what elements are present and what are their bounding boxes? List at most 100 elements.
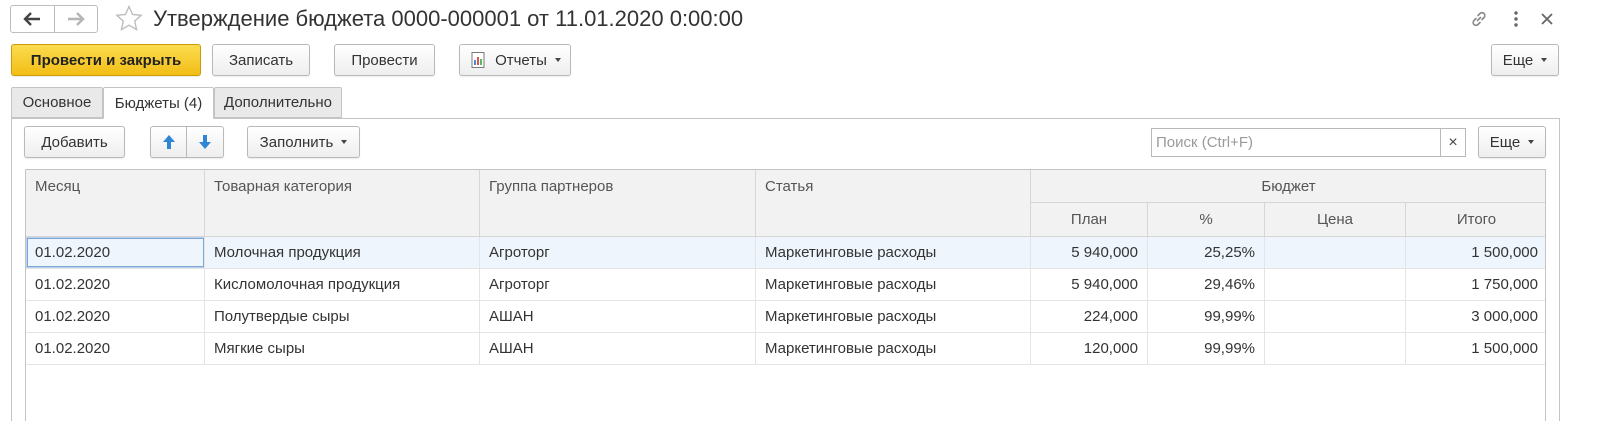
cell-article[interactable]: Маркетинговые расходы xyxy=(756,237,1031,268)
header-month-label: Месяц xyxy=(35,178,81,195)
table-row[interactable]: 01.02.2020 Мягкие сыры АШАН Маркетинговы… xyxy=(26,333,1545,365)
table-more-button[interactable]: Еще xyxy=(1478,126,1546,158)
cell-percent[interactable]: 99,99% xyxy=(1148,301,1265,332)
chevron-down-icon xyxy=(1528,140,1535,144)
header-total-label: Итого xyxy=(1456,211,1497,228)
header-percent-label: % xyxy=(1199,211,1213,228)
reports-dropdown-button[interactable]: Отчеты xyxy=(459,44,571,76)
cell-category[interactable]: Полутвердые сыры xyxy=(205,301,480,332)
page-title: Утверждение бюджета 0000-000001 от 11.01… xyxy=(153,6,744,31)
table-more-label: Еще xyxy=(1489,133,1521,151)
tab-budgets[interactable]: Бюджеты (4) xyxy=(103,87,214,119)
tab-additional-label: Дополнительно xyxy=(224,94,332,111)
arrow-right-icon xyxy=(67,12,85,26)
close-icon[interactable] xyxy=(1534,6,1560,32)
move-down-button[interactable] xyxy=(187,127,223,157)
column-group-budget: Бюджет xyxy=(1031,170,1545,203)
move-up-button[interactable] xyxy=(151,127,187,157)
save-button[interactable]: Записать xyxy=(212,44,310,76)
cell-month[interactable]: 01.02.2020 xyxy=(26,333,205,364)
tab-additional[interactable]: Дополнительно xyxy=(214,87,342,118)
cell-partners[interactable]: АШАН xyxy=(480,333,756,364)
add-row-label: Добавить xyxy=(41,133,108,151)
cell-percent[interactable]: 25,25% xyxy=(1148,237,1265,268)
link-icon[interactable] xyxy=(1466,6,1492,32)
kebab-menu-icon[interactable] xyxy=(1503,6,1529,32)
header-article-label: Статья xyxy=(765,178,814,195)
column-header-partners[interactable]: Группа партнеров xyxy=(480,170,756,237)
cell-total[interactable]: 1 500,000 xyxy=(1406,333,1545,364)
history-nav xyxy=(10,5,98,33)
more-actions-label: Еще xyxy=(1502,51,1534,69)
arrow-down-icon xyxy=(199,135,211,149)
add-row-button[interactable]: Добавить xyxy=(24,126,125,158)
cell-plan[interactable]: 120,000 xyxy=(1031,333,1148,364)
cell-article[interactable]: Маркетинговые расходы xyxy=(756,333,1031,364)
cell-category[interactable]: Молочная продукция xyxy=(205,237,480,268)
cell-category[interactable]: Кисломолочная продукция xyxy=(205,269,480,300)
cell-month[interactable]: 01.02.2020 xyxy=(26,301,205,332)
save-label: Записать xyxy=(228,51,294,69)
chevron-down-icon xyxy=(341,140,348,144)
cell-partners[interactable]: Агроторг xyxy=(480,237,756,268)
header-plan-label: План xyxy=(1070,211,1108,228)
post-and-close-button[interactable]: Провести и закрыть xyxy=(11,44,201,76)
reports-label: Отчеты xyxy=(495,51,547,69)
search-clear-icon[interactable]: × xyxy=(1440,129,1465,156)
post-and-close-label: Провести и закрыть xyxy=(30,51,182,69)
tab-budgets-label: Бюджеты (4) xyxy=(114,94,203,112)
favorite-star-icon[interactable] xyxy=(114,4,144,34)
column-header-percent[interactable]: % xyxy=(1148,203,1265,237)
back-button[interactable] xyxy=(11,6,54,32)
report-icon xyxy=(471,52,485,68)
column-header-price[interactable]: Цена xyxy=(1265,203,1406,237)
tab-main[interactable]: Основное xyxy=(11,87,103,118)
chevron-down-icon xyxy=(554,58,561,62)
cell-total[interactable]: 1 500,000 xyxy=(1406,237,1545,268)
table-row[interactable]: 01.02.2020 Кисломолочная продукция Агрот… xyxy=(26,269,1545,301)
move-buttons-group xyxy=(150,126,224,158)
cell-percent[interactable]: 99,99% xyxy=(1148,333,1265,364)
cell-price[interactable] xyxy=(1265,269,1406,300)
forward-button[interactable] xyxy=(53,6,97,32)
post-button[interactable]: Провести xyxy=(334,44,435,76)
table-row[interactable]: 01.02.2020 Молочная продукция Агроторг М… xyxy=(26,237,1545,269)
column-header-category[interactable]: Товарная категория xyxy=(205,170,480,237)
header-price-label: Цена xyxy=(1316,211,1354,228)
cell-total[interactable]: 3 000,000 xyxy=(1406,301,1545,332)
more-actions-button[interactable]: Еще xyxy=(1491,44,1559,76)
cell-plan[interactable]: 224,000 xyxy=(1031,301,1148,332)
column-header-plan[interactable]: План xyxy=(1031,203,1148,237)
cell-partners[interactable]: АШАН xyxy=(480,301,756,332)
cell-month[interactable]: 01.02.2020 xyxy=(26,237,205,268)
cell-price[interactable] xyxy=(1265,333,1406,364)
header-budget-label: Бюджет xyxy=(1261,177,1316,195)
cell-plan[interactable]: 5 940,000 xyxy=(1031,269,1148,300)
tab-main-label: Основное xyxy=(22,94,92,111)
cell-month[interactable]: 01.02.2020 xyxy=(26,269,205,300)
cell-partners[interactable]: Агроторг xyxy=(480,269,756,300)
fill-label: Заполнить xyxy=(259,133,334,151)
column-header-month[interactable]: Месяц xyxy=(26,170,205,237)
cell-article[interactable]: Маркетинговые расходы xyxy=(756,269,1031,300)
arrow-up-icon xyxy=(162,135,175,149)
header-category-label: Товарная категория xyxy=(214,178,353,195)
fill-dropdown-button[interactable]: Заполнить xyxy=(247,126,360,158)
cell-price[interactable] xyxy=(1265,301,1406,332)
chevron-down-icon xyxy=(1541,58,1548,62)
column-header-total[interactable]: Итого xyxy=(1406,203,1545,237)
table-row[interactable]: 01.02.2020 Полутвердые сыры АШАН Маркети… xyxy=(26,301,1545,333)
cell-price[interactable] xyxy=(1265,237,1406,268)
post-label: Провести xyxy=(351,51,418,69)
header-partners-label: Группа партнеров xyxy=(489,178,614,195)
search-input[interactable] xyxy=(1152,129,1440,156)
cell-percent[interactable]: 29,46% xyxy=(1148,269,1265,300)
cell-plan[interactable]: 5 940,000 xyxy=(1031,237,1148,268)
column-header-article[interactable]: Статья xyxy=(756,170,1031,237)
cell-total[interactable]: 1 750,000 xyxy=(1406,269,1545,300)
cell-category[interactable]: Мягкие сыры xyxy=(205,333,480,364)
arrow-left-icon xyxy=(23,12,41,26)
cell-article[interactable]: Маркетинговые расходы xyxy=(756,301,1031,332)
search-box: × xyxy=(1151,128,1466,157)
title-bar: Утверждение бюджета 0000-000001 от 11.01… xyxy=(0,0,1622,38)
